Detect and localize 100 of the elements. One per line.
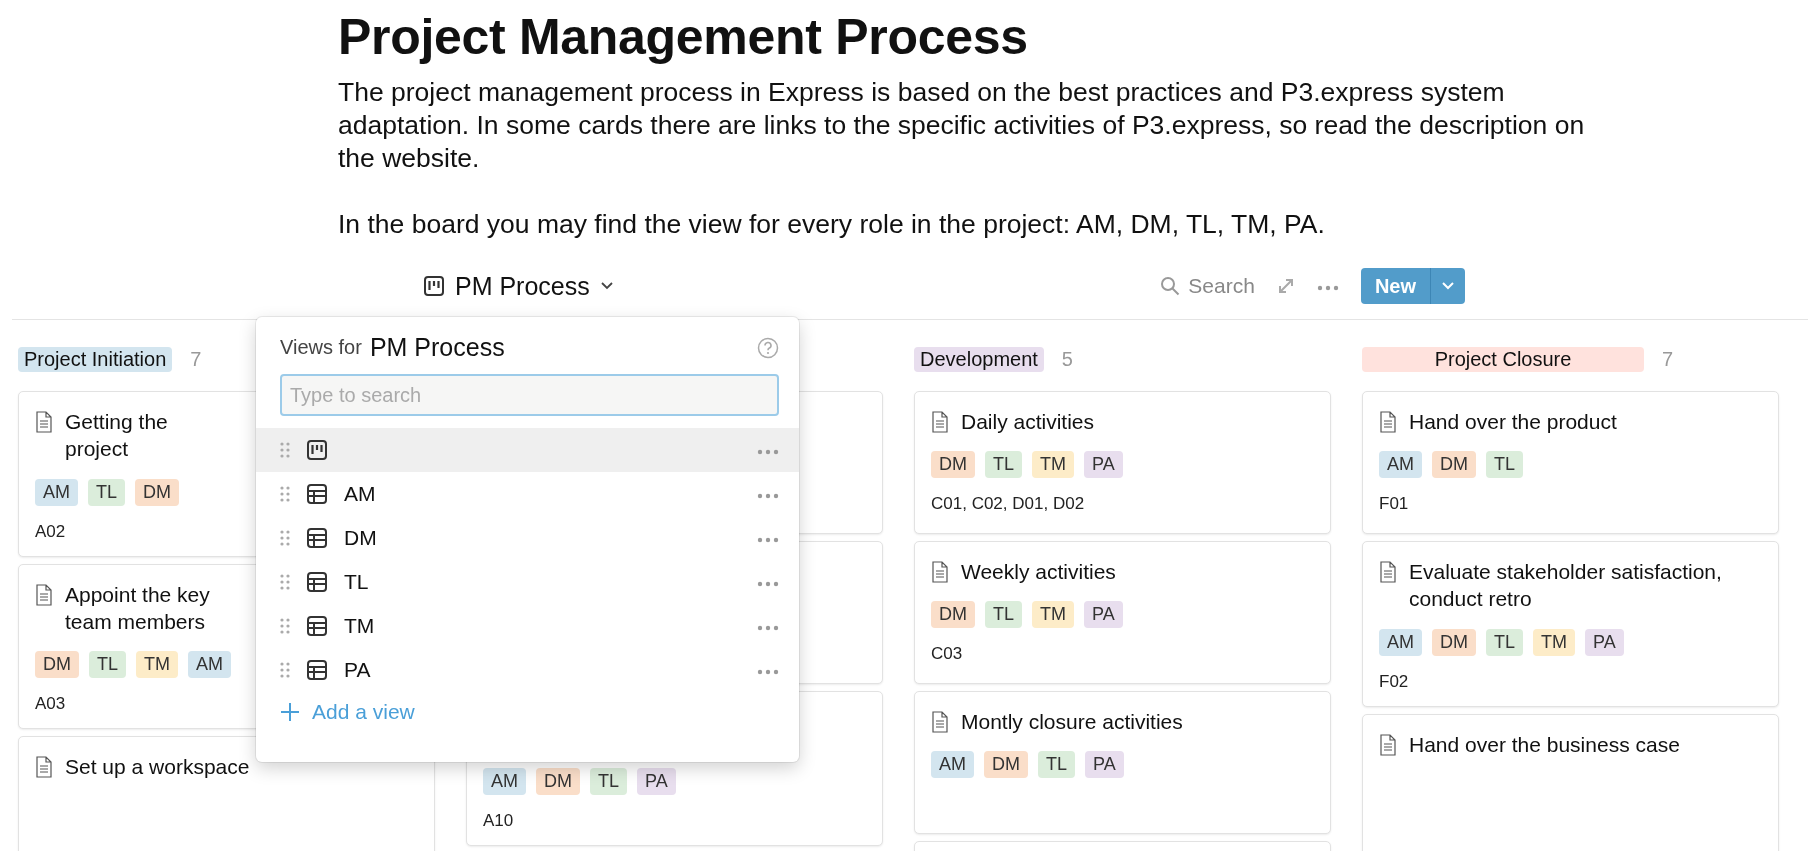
- role-tag: TL: [985, 601, 1022, 629]
- view-label: AM: [344, 482, 376, 506]
- role-tag: AM: [188, 651, 231, 679]
- more-icon[interactable]: [757, 449, 779, 455]
- expand-icon[interactable]: [1276, 277, 1295, 295]
- board-card[interactable]: Evaluate stakeholder satisfaction, conduct retro AM DM TL TM PA F02: [1362, 541, 1779, 707]
- role-tag: TL: [590, 768, 627, 795]
- view-label: DM: [344, 526, 377, 550]
- group-count: 5: [1061, 347, 1073, 371]
- more-icon[interactable]: [757, 669, 779, 675]
- drag-handle-icon[interactable]: [280, 441, 290, 459]
- view-label: TL: [344, 570, 369, 594]
- search-button[interactable]: Search: [1160, 274, 1255, 298]
- plus-icon: [280, 702, 300, 722]
- more-icon[interactable]: [1316, 285, 1339, 291]
- group-label: Development: [914, 346, 1044, 372]
- menu-heading: Views for: [280, 336, 362, 359]
- drag-handle-icon[interactable]: [280, 485, 290, 503]
- role-tag: TL: [1486, 451, 1523, 479]
- card-title: Appoint the key team members: [65, 581, 211, 635]
- page-title: Project Management Process: [338, 8, 1029, 66]
- document-icon: [1379, 733, 1397, 756]
- card-title: Getting the project: [65, 409, 169, 463]
- role-tag: TL: [89, 651, 126, 679]
- drag-handle-icon[interactable]: [280, 573, 290, 591]
- board-card[interactable]: Hand over the business case: [1362, 713, 1779, 851]
- role-tag: TL: [1486, 628, 1523, 656]
- role-tag: DM: [984, 751, 1028, 779]
- table-icon: [306, 571, 328, 593]
- table-icon: [306, 659, 328, 681]
- board-card[interactable]: Weekly activities DM TL TM PA C03: [914, 541, 1331, 684]
- activity-code: A10: [483, 811, 514, 831]
- document-icon: [1379, 411, 1397, 433]
- role-tag: DM: [931, 601, 975, 629]
- role-tag: DM: [1432, 628, 1476, 656]
- caret-icon: [1441, 281, 1455, 291]
- drag-handle-icon[interactable]: [280, 661, 290, 679]
- more-icon[interactable]: [757, 625, 779, 631]
- role-tag: DM: [135, 478, 179, 506]
- role-tag: TL: [985, 451, 1022, 479]
- description-paragraph: In the board you may find the view for every role in the project: AM, DM, TL, TM, PA.: [338, 208, 1326, 241]
- table-icon: [306, 527, 328, 549]
- document-icon: [931, 411, 949, 433]
- board-icon: [306, 439, 328, 461]
- role-tag: DM: [1432, 451, 1476, 479]
- board-card[interactable]: Set up a workspace: [18, 736, 435, 851]
- document-icon: [931, 561, 949, 583]
- more-icon[interactable]: [757, 493, 779, 499]
- group-label: Project Initiation: [18, 346, 173, 372]
- database-name: PM Process: [369, 333, 505, 362]
- board-card[interactable]: Hand over the product AM DM TL F01: [1362, 391, 1779, 534]
- help-icon[interactable]: [757, 336, 779, 359]
- role-tag: TL: [1038, 751, 1075, 779]
- role-tag: PA: [1085, 751, 1124, 779]
- board-view-icon: [423, 275, 445, 297]
- description-paragraph: The project management process in Express is based on the best practices and P3.express system adaptation. In some cards there are links to the specific activities of P3.express, so read the description on the website.: [338, 76, 1586, 175]
- activity-code: C03: [931, 644, 963, 665]
- role-tag: PA: [1585, 628, 1624, 656]
- activity-code: C01, C02, D01, D02: [931, 494, 1085, 515]
- card-title: Hand over the business case: [1409, 731, 1680, 758]
- role-tag: AM: [1379, 628, 1422, 656]
- role-tag: AM: [483, 768, 526, 795]
- document-icon: [35, 411, 53, 433]
- role-tag: AM: [931, 751, 974, 779]
- role-tag: TM: [1032, 451, 1074, 479]
- group-count: 7: [190, 347, 202, 371]
- role-tag: TM: [1032, 601, 1074, 629]
- document-icon: [35, 756, 53, 779]
- activity-code: A02: [35, 521, 66, 542]
- search-icon: [1160, 276, 1181, 296]
- activity-code: F01: [1379, 494, 1409, 515]
- card-title: Hand over the product: [1409, 409, 1617, 435]
- role-tag: TM: [136, 651, 178, 679]
- role-tag: DM: [536, 768, 580, 795]
- role-tag: AM: [35, 478, 78, 506]
- more-icon[interactable]: [757, 581, 779, 587]
- card-title: Weekly activities: [961, 559, 1116, 585]
- card-title: Evaluate stakeholder satisfaction, conduct retro: [1409, 559, 1723, 613]
- role-tag: DM: [931, 451, 975, 479]
- search-field[interactable]: Type to search: [280, 374, 779, 416]
- table-icon: [306, 483, 328, 505]
- view-label: TM: [344, 614, 375, 638]
- role-tag: TM: [1533, 628, 1575, 656]
- card-title: Set up a workspace: [65, 754, 250, 781]
- card-title: Daily activities: [961, 409, 1095, 435]
- view-title[interactable]: PM Process: [455, 271, 590, 301]
- drag-handle-icon[interactable]: [280, 617, 290, 635]
- role-tag: PA: [1084, 451, 1123, 479]
- board-card[interactable]: Montly closure activities AM DM TL PA: [914, 691, 1331, 834]
- more-icon[interactable]: [757, 537, 779, 543]
- view-label: PA: [344, 658, 371, 682]
- table-icon: [306, 615, 328, 637]
- role-tag: PA: [1084, 601, 1123, 629]
- drag-handle-icon[interactable]: [280, 529, 290, 547]
- activity-code: A03: [35, 694, 66, 715]
- chevron-down-icon[interactable]: [599, 281, 614, 291]
- group-label: Project Closure: [1362, 346, 1644, 372]
- group-count: 7: [1662, 347, 1674, 371]
- board-card[interactable]: Daily activities DM TL TM PA C01, C02, D01, D02: [914, 391, 1331, 534]
- activity-code: F02: [1379, 671, 1409, 692]
